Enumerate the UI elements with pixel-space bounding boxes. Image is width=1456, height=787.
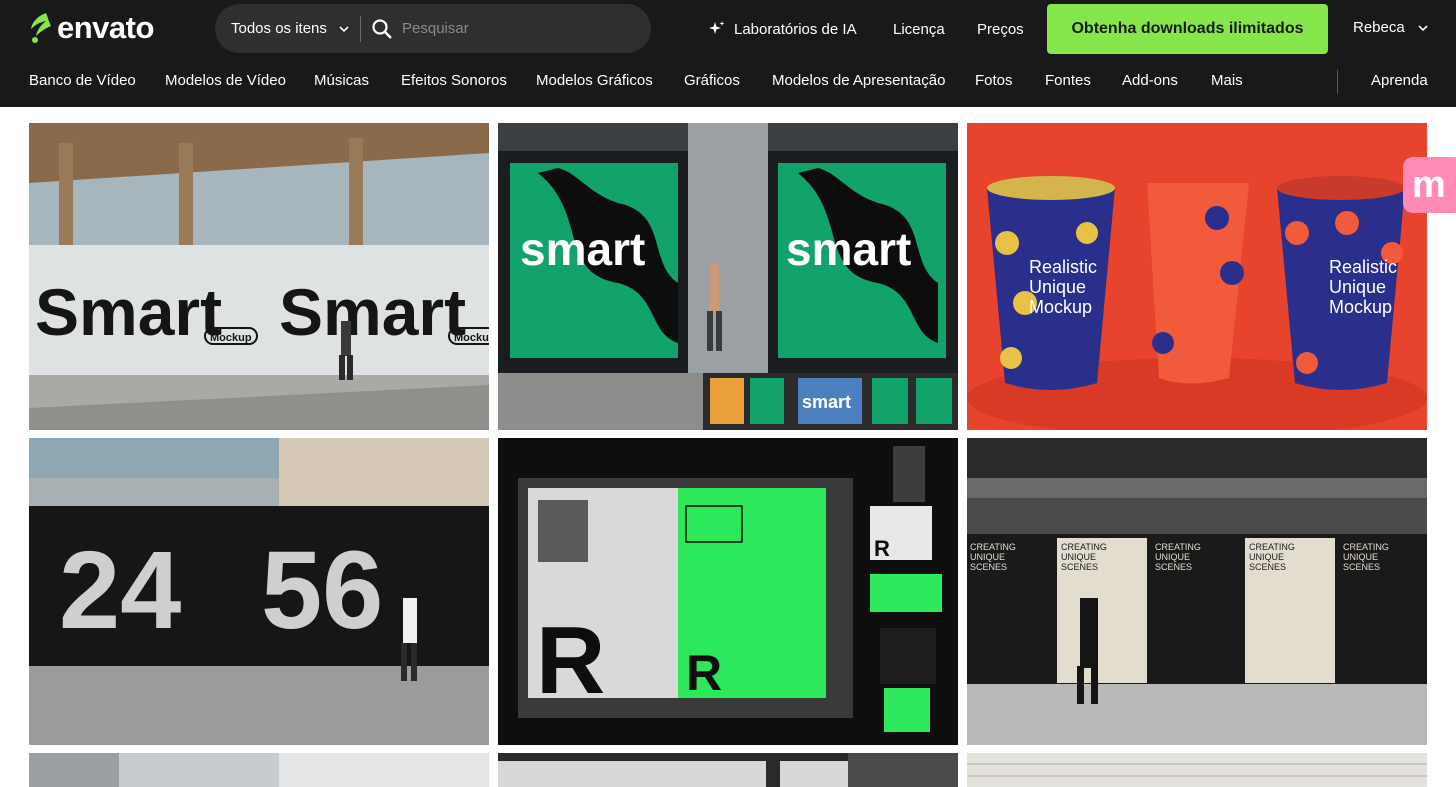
category-sound-effects[interactable]: Efeitos Sonoros	[401, 72, 507, 89]
item-card-row3-1[interactable]	[29, 753, 489, 787]
category-more[interactable]: Mais	[1211, 72, 1243, 89]
billboard-pill-2: Mockup	[454, 332, 489, 344]
user-menu[interactable]: Rebeca	[1353, 19, 1428, 36]
category-divider	[1337, 70, 1338, 94]
poster-a-line3: SCENES	[970, 562, 1007, 572]
search-category-dropdown[interactable]: Todos os itens	[215, 4, 360, 53]
storefront-word-1: smart	[520, 223, 645, 275]
stationery-letter-3: R	[874, 536, 890, 561]
category-music[interactable]: Músicas	[314, 72, 369, 89]
billboard-word-1: Smart	[35, 275, 222, 349]
item-thumbnail: 24 56	[29, 438, 489, 745]
item-thumbnail: Realistic Unique Mockup Realistic Unique…	[967, 123, 1427, 430]
billboard-pill-1: Mockup	[210, 332, 252, 344]
item-thumbnail: CREATING UNIQUE SCENES CREATING UNIQUE S…	[967, 438, 1427, 745]
item-thumbnail	[967, 753, 1427, 787]
search-bar: Todos os itens	[215, 4, 651, 53]
search-input[interactable]	[402, 20, 632, 37]
poster-d-line3: SCENES	[1249, 562, 1286, 572]
item-card-row3-2[interactable]	[498, 753, 958, 787]
item-card-stationery-mockup[interactable]: R R R	[498, 438, 958, 745]
item-thumbnail: Smart Smart Mockup Mockup	[29, 123, 489, 430]
poster-d-line1: CREATING	[1249, 542, 1295, 552]
top-navigation-bar: envato Todos os itens Laboratórios de IA…	[0, 0, 1456, 107]
category-video-templates[interactable]: Modelos de Vídeo	[165, 72, 286, 89]
stationery-letter-2: R	[686, 645, 722, 701]
nav-pricing[interactable]: Preços	[977, 19, 1024, 39]
category-graphic-templates[interactable]: Modelos Gráficos	[536, 72, 653, 89]
category-presentation-templates[interactable]: Modelos de Apresentação	[772, 72, 945, 89]
chevron-down-icon	[339, 25, 349, 32]
poster-a-line2: UNIQUE	[970, 552, 1005, 562]
billboard-number-1: 24	[59, 529, 181, 652]
sparkle-icon	[709, 21, 725, 34]
nav-license[interactable]: Licença	[893, 19, 945, 39]
item-card-cup-mockup[interactable]: Realistic Unique Mockup Realistic Unique…	[967, 123, 1427, 430]
item-card-smart-billboard[interactable]: Smart Smart Mockup Mockup	[29, 123, 489, 430]
storefront-word-2: smart	[786, 223, 911, 275]
cup3-line3: Mockup	[1329, 297, 1392, 317]
item-card-row3-3[interactable]	[967, 753, 1427, 787]
search-divider	[360, 15, 361, 42]
category-graphics[interactable]: Gráficos	[684, 72, 740, 89]
category-stock-video[interactable]: Banco de Vídeo	[29, 72, 136, 89]
item-thumbnail	[498, 753, 958, 787]
item-card-numbers-billboard[interactable]: 24 56	[29, 438, 489, 745]
poster-c-line3: SCENES	[1155, 562, 1192, 572]
unlimited-downloads-button[interactable]: Obtenha downloads ilimitados	[1047, 4, 1328, 54]
poster-c-line2: UNIQUE	[1155, 552, 1190, 562]
billboard-word-2: Smart	[279, 275, 466, 349]
stationery-letter-1: R	[536, 607, 605, 714]
item-card-poster-wall[interactable]: CREATING UNIQUE SCENES CREATING UNIQUE S…	[967, 438, 1427, 745]
search-icon[interactable]	[371, 18, 393, 40]
cup3-line2: Unique	[1329, 277, 1386, 297]
category-navigation: Banco de Vídeo Modelos de Vídeo Músicas …	[0, 62, 1456, 102]
chevron-down-icon	[1418, 24, 1428, 31]
poster-e-line3: SCENES	[1343, 562, 1380, 572]
poster-a-line1: CREATING	[970, 542, 1016, 552]
poster-b-line3: SCENES	[1061, 562, 1098, 572]
poster-b-line2: UNIQUE	[1061, 552, 1096, 562]
item-card-smart-storefront[interactable]: smart smart smart	[498, 123, 958, 430]
item-thumbnail: smart smart smart	[498, 123, 958, 430]
category-add-ons[interactable]: Add-ons	[1122, 72, 1178, 89]
search-category-label: Todos os itens	[231, 20, 327, 37]
item-grid: Smart Smart Mockup Mockup smart smart	[0, 107, 1456, 787]
envato-leaf-icon	[31, 13, 51, 43]
nav-ai-labs[interactable]: Laboratórios de IA	[709, 19, 857, 39]
envato-logo[interactable]: envato	[28, 10, 154, 45]
poster-b-line1: CREATING	[1061, 542, 1107, 552]
poster-c-line1: CREATING	[1155, 542, 1201, 552]
cup1-line3: Mockup	[1029, 297, 1092, 317]
floating-chat-badge[interactable]: m	[1403, 157, 1456, 213]
poster-e-line1: CREATING	[1343, 542, 1389, 552]
item-thumbnail	[29, 753, 489, 787]
thumbnail-smart-label: smart	[802, 392, 851, 412]
category-learn[interactable]: Aprenda	[1371, 72, 1428, 89]
cup3-line1: Realistic	[1329, 257, 1397, 277]
poster-e-line2: UNIQUE	[1343, 552, 1378, 562]
category-photos[interactable]: Fotos	[975, 72, 1013, 89]
item-thumbnail: R R R	[498, 438, 958, 745]
logo-wordmark: envato	[57, 10, 154, 45]
cup1-line1: Realistic	[1029, 257, 1097, 277]
poster-d-line2: UNIQUE	[1249, 552, 1284, 562]
cup1-line2: Unique	[1029, 277, 1086, 297]
billboard-number-2: 56	[261, 529, 383, 652]
category-fonts[interactable]: Fontes	[1045, 72, 1091, 89]
nav-ai-labs-label: Laboratórios de IA	[734, 20, 857, 38]
user-name: Rebeca	[1353, 19, 1405, 36]
